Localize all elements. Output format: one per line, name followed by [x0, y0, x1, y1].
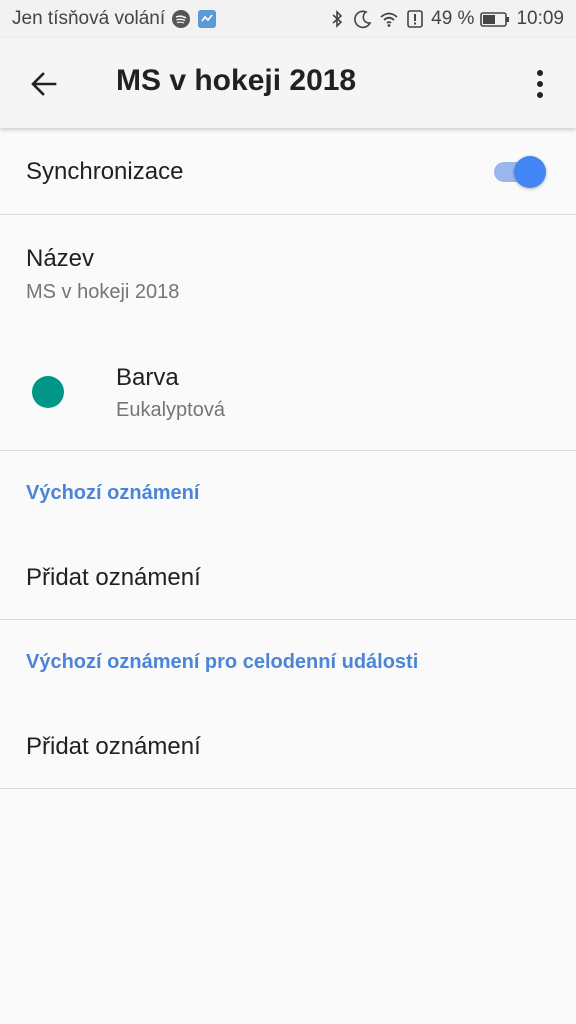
status-bar: Jen tísňová volání 49 % 10:09 — [0, 0, 576, 38]
add-allday-notification-label: Přidat oznámení — [26, 733, 201, 760]
battery-percent: 49 % — [431, 8, 475, 29]
divider — [0, 619, 576, 620]
name-value: MS v hokeji 2018 — [26, 281, 180, 303]
more-options-button[interactable] — [520, 63, 560, 105]
status-bar-left: Jen tísňová volání — [12, 8, 217, 30]
color-title: Barva — [116, 364, 179, 391]
notification-app-icon — [197, 9, 217, 29]
app-bar: MS v hokeji 2018 — [0, 38, 576, 128]
divider — [0, 788, 576, 789]
page-title: MS v hokeji 2018 — [116, 64, 357, 97]
status-bar-right: 49 % 10:09 — [327, 8, 564, 30]
color-swatch — [32, 376, 64, 408]
carrier-text: Jen tísňová volání — [12, 8, 166, 29]
bluetooth-icon — [327, 9, 347, 29]
arrow-left-icon — [31, 72, 57, 96]
default-notifications-header: Výchozí oznámení — [26, 482, 200, 504]
wifi-icon — [379, 9, 399, 29]
more-vertical-icon — [537, 70, 543, 98]
divider — [0, 450, 576, 451]
name-title: Název — [26, 245, 95, 272]
sync-label: Synchronizace — [26, 158, 184, 185]
toggle-thumb — [514, 156, 546, 188]
add-notification-label: Přidat oznámení — [26, 564, 201, 591]
back-button[interactable] — [20, 63, 68, 105]
spotify-icon — [171, 9, 191, 29]
clock: 10:09 — [516, 8, 564, 29]
alert-icon — [405, 9, 425, 29]
moon-icon — [353, 9, 373, 29]
allday-notifications-header: Výchozí oznámení pro celodenní události — [26, 651, 419, 673]
color-value: Eukalyptová — [116, 399, 225, 421]
color-row[interactable] — [0, 340, 576, 448]
battery-icon — [480, 9, 510, 29]
sync-toggle[interactable] — [494, 156, 546, 188]
